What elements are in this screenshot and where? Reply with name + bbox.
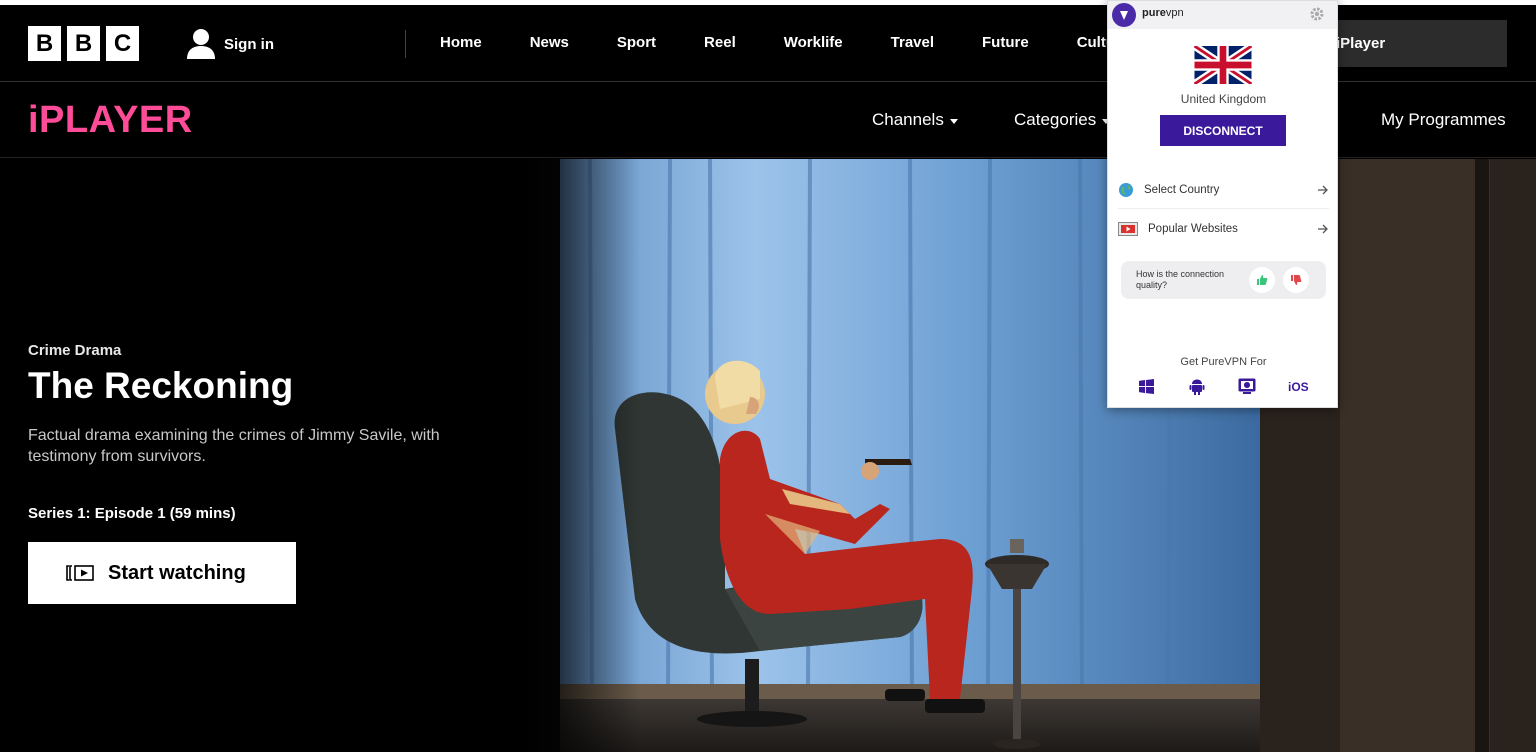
arrow-right-icon bbox=[1318, 224, 1328, 234]
ios-link[interactable]: iOS bbox=[1288, 380, 1309, 394]
thumbs-up-icon bbox=[1257, 275, 1268, 285]
programme-description: Factual drama examining the crimes of Ji… bbox=[28, 427, 440, 465]
nav-future[interactable]: Future bbox=[982, 34, 1029, 51]
masthead-divider bbox=[405, 30, 406, 58]
channels-label: Channels bbox=[872, 110, 944, 129]
bbc-top-nav: Home News Sport Reel Worklife Travel Fut… bbox=[440, 34, 1177, 51]
brand-bold: pure bbox=[1142, 7, 1166, 19]
thumbs-up-button[interactable] bbox=[1249, 267, 1275, 293]
globe-icon bbox=[1119, 182, 1133, 197]
windows-icon bbox=[1139, 379, 1154, 394]
user-icon bbox=[187, 29, 215, 59]
brand-light: vpn bbox=[1165, 7, 1184, 19]
disconnect-button[interactable]: DISCONNECT bbox=[1160, 115, 1286, 146]
nav-travel[interactable]: Travel bbox=[891, 34, 934, 51]
start-watching-button[interactable]: Start watching bbox=[28, 542, 296, 604]
mac-link[interactable] bbox=[1238, 378, 1256, 395]
popular-websites-row[interactable]: Popular Websites bbox=[1118, 210, 1329, 248]
thumbs-down-button[interactable] bbox=[1283, 267, 1309, 293]
play-icon bbox=[66, 565, 94, 581]
android-link[interactable] bbox=[1189, 378, 1205, 395]
bbc-logo[interactable]: B B C bbox=[28, 26, 139, 61]
desktop-icon bbox=[1238, 378, 1256, 394]
nav-sport[interactable]: Sport bbox=[617, 34, 656, 51]
bbc-logo-b2: B bbox=[67, 26, 100, 61]
nav-worklife[interactable]: Worklife bbox=[784, 34, 843, 51]
chevron-down-icon bbox=[949, 118, 958, 124]
video-screen-icon bbox=[1118, 222, 1138, 236]
windows-link[interactable] bbox=[1139, 379, 1154, 394]
sign-in-link[interactable]: Sign in bbox=[186, 28, 274, 60]
iplayer-logo[interactable]: iPLAYER bbox=[28, 99, 193, 142]
purevpn-popup: purevpn United Kingdom DISCONNECT Select… bbox=[1107, 0, 1338, 408]
hero-image bbox=[520, 159, 1536, 752]
get-purevpn-for: Get PureVPN For bbox=[1180, 356, 1267, 368]
connected-country: United Kingdom bbox=[1180, 92, 1267, 106]
start-watching-label: Start watching bbox=[108, 561, 246, 584]
select-country-row[interactable]: Select Country bbox=[1118, 171, 1329, 209]
my-programmes-link[interactable]: My Programmes bbox=[1381, 110, 1506, 130]
quality-question: How is the connection quality? bbox=[1136, 269, 1225, 290]
purevpn-header: purevpn bbox=[1108, 1, 1337, 29]
my-programmes-label: My Programmes bbox=[1381, 110, 1506, 129]
android-icon bbox=[1189, 379, 1205, 395]
select-country-label: Select Country bbox=[1144, 183, 1220, 196]
purevpn-logo-icon bbox=[1112, 3, 1136, 27]
bbc-logo-b1: B bbox=[28, 26, 61, 61]
categories-label: Categories bbox=[1014, 110, 1097, 129]
programme-genre: Crime Drama bbox=[28, 342, 122, 359]
bbc-logo-c: C bbox=[106, 26, 139, 61]
nav-news[interactable]: News bbox=[530, 34, 569, 51]
hero-info: Crime Drama The Reckoning Factual drama … bbox=[28, 342, 488, 604]
nav-reel[interactable]: Reel bbox=[704, 34, 736, 51]
thumbs-down-icon bbox=[1291, 275, 1302, 285]
search-label: iPlayer bbox=[1336, 35, 1386, 52]
uk-flag-icon bbox=[1194, 46, 1252, 84]
connection-quality-card: How is the connection quality? bbox=[1121, 261, 1326, 299]
channels-menu[interactable]: Channels bbox=[872, 110, 958, 130]
programme-title[interactable]: The Reckoning bbox=[28, 365, 488, 407]
categories-menu[interactable]: Categories bbox=[1014, 110, 1111, 130]
nav-home[interactable]: Home bbox=[440, 34, 482, 51]
gear-icon[interactable] bbox=[1309, 6, 1325, 22]
episode-info: Series 1: Episode 1 (59 mins) bbox=[28, 505, 236, 522]
purevpn-brand: purevpn bbox=[1142, 7, 1184, 19]
popular-websites-label: Popular Websites bbox=[1148, 223, 1238, 235]
sign-in-label: Sign in bbox=[224, 35, 274, 53]
arrow-right-icon bbox=[1318, 185, 1328, 194]
